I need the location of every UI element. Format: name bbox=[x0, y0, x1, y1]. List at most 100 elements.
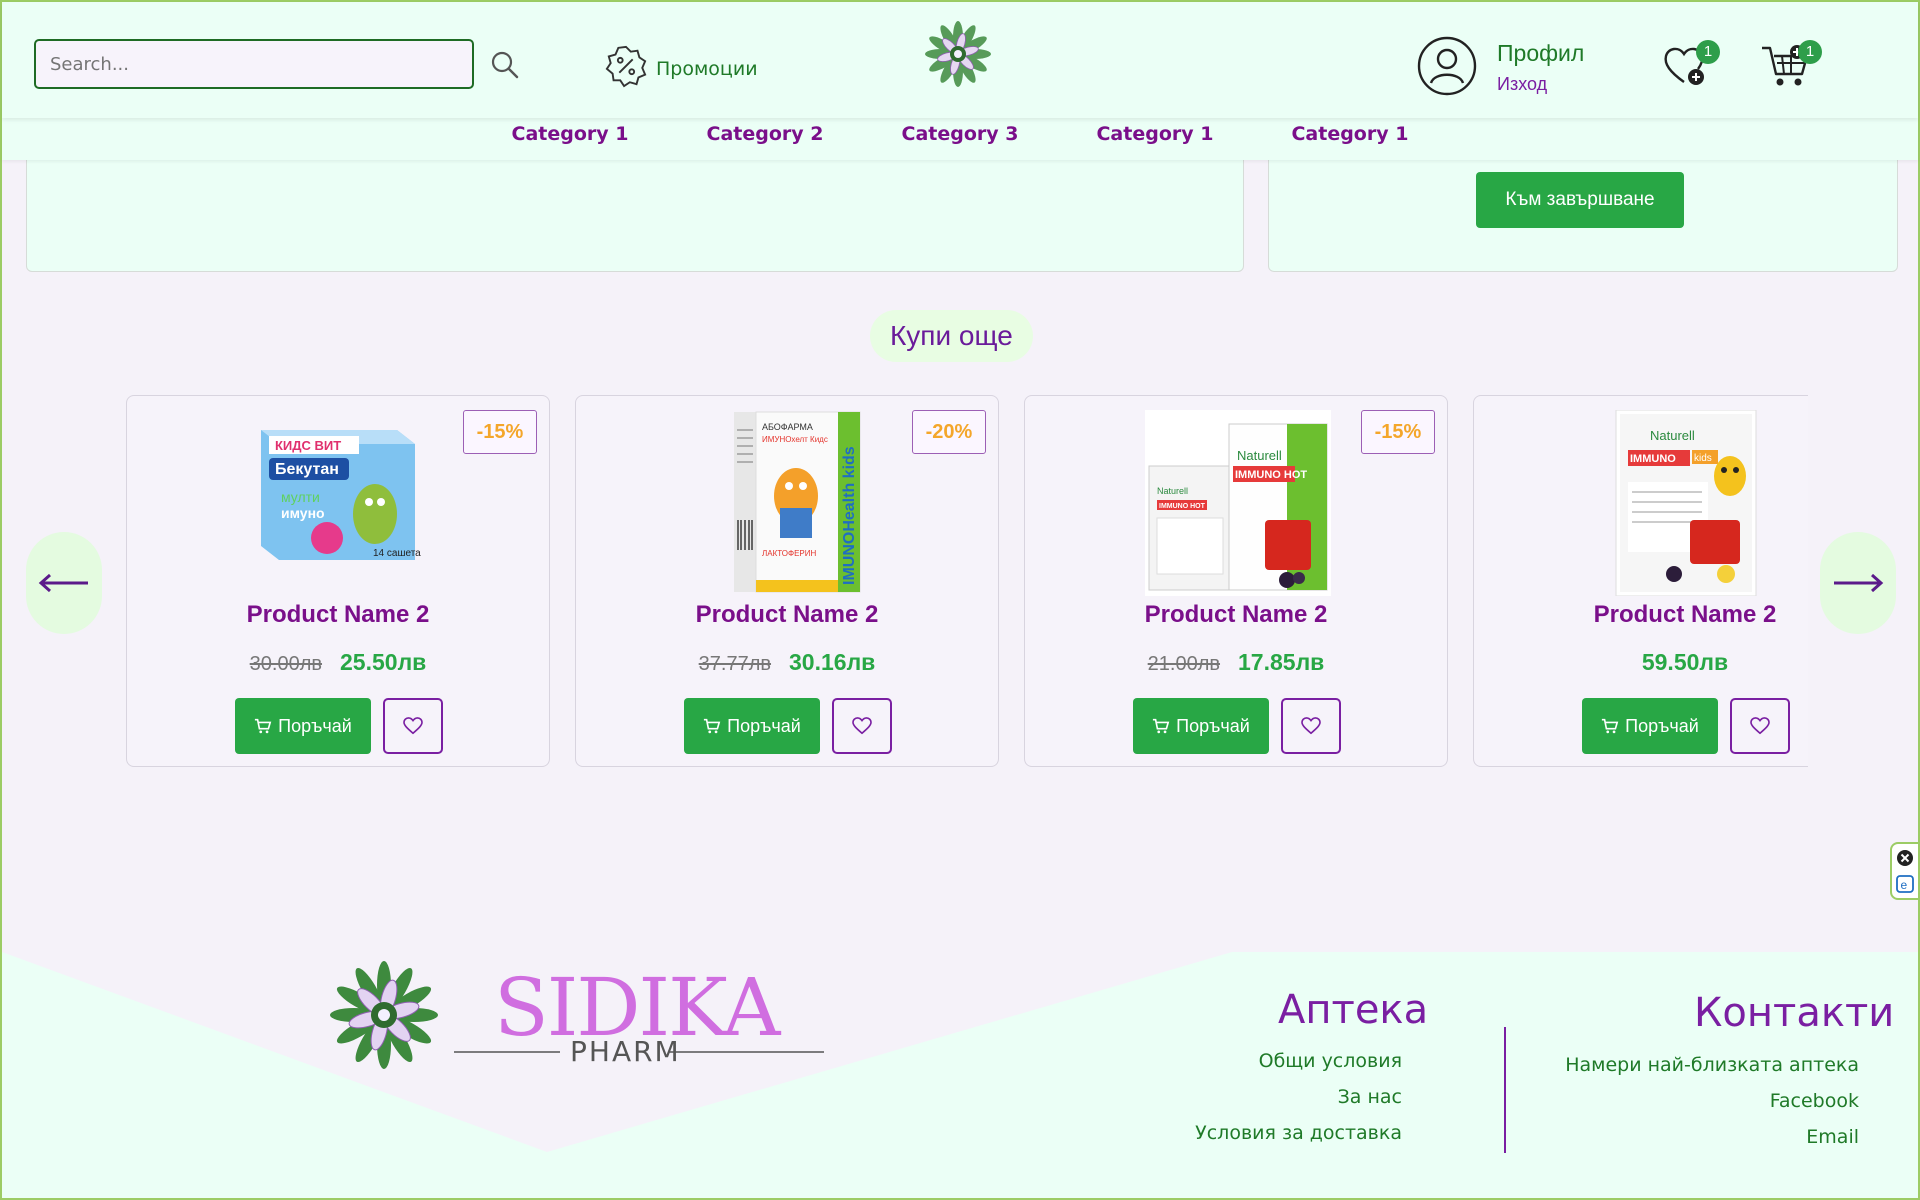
product-image[interactable]: IMUNOHealth kids АБОФАРМА ИМУНОхелт Кидс… bbox=[696, 410, 882, 596]
cart-small-icon bbox=[255, 718, 272, 734]
heart-outline-icon bbox=[852, 717, 872, 735]
svg-text:мулти: мулти bbox=[281, 489, 320, 505]
logout-link[interactable]: Изход bbox=[1497, 74, 1547, 95]
cart-count-badge: 1 bbox=[1798, 40, 1822, 64]
section-title: Купи още bbox=[870, 310, 1033, 362]
price-row: 30.00лв 25.50лв bbox=[127, 649, 549, 676]
product-card: Naturell IMMUNO HOT Naturell IMMUNO HOT … bbox=[1024, 395, 1448, 767]
promotions-label: Промоции bbox=[656, 57, 758, 80]
wishlist-add-button[interactable] bbox=[1730, 698, 1790, 754]
checkout-button[interactable]: Към завършване bbox=[1476, 172, 1684, 228]
arrow-left-icon bbox=[38, 573, 88, 593]
floating-tools: e bbox=[1890, 842, 1920, 900]
product-name[interactable]: Product Name 2 bbox=[127, 601, 549, 629]
product-card: КИДС ВИТ Бекутан мулти имуно 14 сашета -… bbox=[126, 395, 550, 767]
promo-percent-icon bbox=[604, 44, 648, 93]
old-price: 21.00лв bbox=[1147, 653, 1221, 675]
current-price: 30.16лв bbox=[789, 649, 876, 675]
pharmacy-heading: Аптека bbox=[1278, 987, 1429, 1033]
heart-outline-icon bbox=[1301, 717, 1321, 735]
svg-text:Бекутан: Бекутан bbox=[275, 461, 339, 478]
current-price: 25.50лв bbox=[340, 649, 427, 675]
cart-small-icon bbox=[1602, 718, 1619, 734]
contacts-heading: Контакти bbox=[1694, 990, 1895, 1036]
product-carousel: КИДС ВИТ Бекутан мулти имуно 14 сашета -… bbox=[126, 395, 1808, 769]
product-name[interactable]: Product Name 2 bbox=[1474, 601, 1808, 629]
current-price: 17.85лв bbox=[1238, 649, 1325, 675]
svg-text:ИМУНОхелт Кидс: ИМУНОхелт Кидс bbox=[762, 435, 828, 444]
price-row: 37.77лв 30.16лв bbox=[576, 649, 998, 676]
discount-badge: -20% bbox=[912, 410, 986, 454]
footer-link-email[interactable]: Email bbox=[1806, 1126, 1859, 1148]
category-link[interactable]: Category 1 bbox=[1092, 118, 1217, 160]
svg-text:Naturell: Naturell bbox=[1157, 486, 1188, 496]
profile-icon[interactable] bbox=[1416, 35, 1478, 97]
carousel-prev-button[interactable] bbox=[26, 532, 102, 634]
svg-text:e: e bbox=[1901, 878, 1908, 892]
order-label: Поръчай bbox=[278, 715, 352, 736]
order-label: Поръчай bbox=[1625, 715, 1699, 736]
category-link[interactable]: Category 2 bbox=[703, 118, 828, 160]
discount-badge: -15% bbox=[463, 410, 537, 454]
category-nav: Category 1 Category 2 Category 3 Categor… bbox=[2, 118, 1918, 160]
order-button[interactable]: Поръчай bbox=[1133, 698, 1269, 754]
product-image[interactable]: КИДС ВИТ Бекутан мулти имуно 14 сашета bbox=[247, 410, 433, 596]
footer-link-terms[interactable]: Общи условия bbox=[1259, 1050, 1402, 1072]
footer-link-delivery[interactable]: Условия за доставка bbox=[1195, 1122, 1402, 1144]
svg-text:Naturell: Naturell bbox=[1237, 448, 1282, 463]
accessibility-icon[interactable]: e bbox=[1896, 875, 1914, 893]
product-card: IMUNOHealth kids АБОФАРМА ИМУНОхелт Кидс… bbox=[575, 395, 999, 767]
close-circle-icon[interactable] bbox=[1897, 850, 1913, 866]
wishlist-count-badge: 1 bbox=[1696, 40, 1720, 64]
category-link[interactable]: Category 1 bbox=[1287, 118, 1412, 160]
order-button[interactable]: Поръчай bbox=[235, 698, 371, 754]
svg-text:14 сашета: 14 сашета bbox=[373, 548, 421, 559]
price-row: 21.00лв 17.85лв bbox=[1025, 649, 1447, 676]
price-row: 59.50лв bbox=[1474, 649, 1808, 676]
heart-outline-icon bbox=[403, 717, 423, 735]
svg-text:АБОФАРМА: АБОФАРМА bbox=[762, 422, 813, 432]
order-button[interactable]: Поръчай bbox=[684, 698, 820, 754]
svg-text:IMMUNO HOT: IMMUNO HOT bbox=[1235, 469, 1307, 481]
footer-link-about[interactable]: За нас bbox=[1338, 1086, 1402, 1108]
footer-link-find-pharmacy[interactable]: Намери най-близката аптека bbox=[1565, 1054, 1859, 1076]
product-image[interactable]: Naturell IMMUNO kids bbox=[1594, 409, 1780, 597]
category-link[interactable]: Category 1 bbox=[508, 118, 633, 160]
wishlist-add-button[interactable] bbox=[383, 698, 443, 754]
svg-text:Naturell: Naturell bbox=[1650, 428, 1695, 443]
wishlist-add-button[interactable] bbox=[1281, 698, 1341, 754]
order-button[interactable]: Поръчай bbox=[1582, 698, 1718, 754]
discount-badge: -15% bbox=[1361, 410, 1435, 454]
wishlist-button[interactable]: 1 bbox=[1662, 40, 1720, 90]
category-link[interactable]: Category 3 bbox=[898, 118, 1023, 160]
svg-text:PHARM: PHARM bbox=[570, 1035, 681, 1068]
search-icon[interactable] bbox=[490, 50, 520, 80]
svg-text:КИДС ВИТ: КИДС ВИТ bbox=[275, 438, 341, 453]
logo-flower-icon[interactable] bbox=[922, 18, 994, 90]
product-name[interactable]: Product Name 2 bbox=[1025, 601, 1447, 629]
svg-text:ЛАКТОФЕРИН: ЛАКТОФЕРИН bbox=[762, 549, 817, 558]
cart-small-icon bbox=[704, 718, 721, 734]
svg-text:IMMUNO: IMMUNO bbox=[1630, 453, 1676, 465]
profile-link[interactable]: Профил bbox=[1497, 40, 1584, 67]
current-price: 59.50лв bbox=[1641, 649, 1729, 675]
cart-button[interactable]: 1 bbox=[1760, 40, 1822, 90]
search-input[interactable] bbox=[34, 39, 474, 89]
heart-outline-icon bbox=[1750, 717, 1770, 735]
order-label: Поръчай bbox=[1176, 715, 1250, 736]
old-price: 37.77лв bbox=[698, 653, 772, 675]
carousel-next-button[interactable] bbox=[1820, 532, 1896, 634]
product-name[interactable]: Product Name 2 bbox=[576, 601, 998, 629]
svg-text:IMUNOHealth kids: IMUNOHealth kids bbox=[841, 446, 858, 585]
footer-logo[interactable]: SIDIKA PHARM bbox=[324, 957, 824, 1073]
site-header: Промоции bbox=[2, 2, 1918, 118]
order-label: Поръчай bbox=[727, 715, 801, 736]
old-price: 30.00лв bbox=[249, 653, 323, 675]
footer-link-facebook[interactable]: Facebook bbox=[1770, 1090, 1859, 1112]
product-image[interactable]: Naturell IMMUNO HOT Naturell IMMUNO HOT bbox=[1145, 410, 1331, 596]
svg-text:имуно: имуно bbox=[281, 505, 325, 521]
promotions-link[interactable]: Промоции bbox=[604, 44, 758, 93]
svg-text:kids: kids bbox=[1694, 453, 1712, 464]
svg-text:IMMUNO HOT: IMMUNO HOT bbox=[1159, 503, 1206, 510]
wishlist-add-button[interactable] bbox=[832, 698, 892, 754]
